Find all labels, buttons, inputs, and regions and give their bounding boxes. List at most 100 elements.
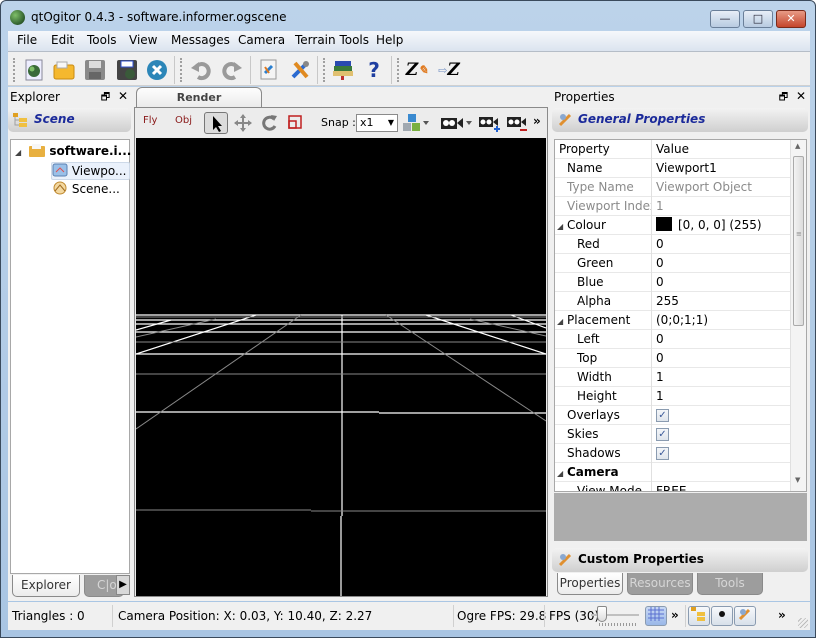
expand-arrow-icon[interactable]: ◢ — [15, 148, 25, 157]
menu-camera[interactable]: Camera — [238, 33, 285, 47]
property-row[interactable]: Overlays ✓ — [555, 406, 791, 425]
property-row[interactable]: ◢ Camera — [555, 463, 791, 482]
menu-tools[interactable]: Tools — [87, 33, 117, 47]
tab-scroll-right-button[interactable]: ▶ — [116, 575, 130, 595]
property-row[interactable]: View Mode FREE — [555, 482, 791, 491]
property-row[interactable]: Blue 0 — [555, 273, 791, 292]
export-z-button[interactable]: ⇨ Z — [436, 57, 462, 83]
tab-resources[interactable]: Resources — [627, 573, 693, 595]
move-tool-button[interactable] — [234, 114, 252, 135]
properties-toggle-button[interactable] — [734, 606, 756, 626]
settings-button[interactable] — [287, 57, 313, 83]
property-value[interactable]: 1 — [656, 387, 664, 405]
property-value[interactable]: 0 — [656, 235, 664, 253]
fps-slider[interactable] — [591, 606, 639, 626]
column-header-property[interactable]: Property — [555, 140, 652, 159]
import-button[interactable] — [256, 57, 282, 83]
toolbar-grip[interactable] — [323, 58, 326, 82]
camera-select-button[interactable] — [439, 112, 473, 137]
property-value[interactable]: Viewport Object — [656, 178, 752, 196]
status-overflow-button[interactable]: » — [671, 608, 679, 622]
menu-edit[interactable]: Edit — [51, 33, 74, 47]
property-row[interactable]: Left 0 — [555, 330, 791, 349]
property-row[interactable]: Height 1 — [555, 387, 791, 406]
menu-help[interactable]: Help — [376, 33, 403, 47]
property-row[interactable]: Shadows ✓ — [555, 444, 791, 463]
property-row[interactable]: ◢ Placement (0;0;1;1) — [555, 311, 791, 330]
checkbox[interactable]: ✓ — [656, 409, 669, 422]
close-scene-button[interactable] — [144, 57, 170, 83]
property-row[interactable]: Skies ✓ — [555, 425, 791, 444]
toolbar-grip[interactable] — [397, 58, 400, 82]
tab-render[interactable]: Render — [136, 87, 262, 108]
snap-dropdown[interactable]: x1 ▼ — [356, 114, 398, 132]
dock-close-icon[interactable]: ✕ — [118, 89, 128, 103]
property-value[interactable]: ✓ — [656, 425, 669, 443]
property-row[interactable]: Green 0 — [555, 254, 791, 273]
maximize-button[interactable]: □ — [743, 10, 773, 28]
property-value[interactable]: Viewport1 — [656, 159, 717, 177]
property-value[interactable]: 255 — [656, 292, 679, 310]
property-row[interactable]: Red 0 — [555, 235, 791, 254]
tab-tools[interactable]: Tools — [697, 573, 763, 595]
tab-explorer[interactable]: Explorer — [12, 575, 80, 597]
toolbar-grip[interactable] — [180, 58, 183, 82]
menu-terrain-tools[interactable]: Terrain Tools — [295, 33, 369, 47]
select-tool-button[interactable] — [204, 112, 228, 134]
undo-button[interactable] — [188, 57, 214, 83]
property-value[interactable]: ✓ — [656, 406, 669, 424]
menu-view[interactable]: View — [129, 33, 157, 47]
custom-properties-header[interactable]: Custom Properties — [552, 548, 808, 572]
menu-file[interactable]: File — [17, 33, 37, 47]
3d-viewport[interactable] — [135, 138, 547, 596]
remove-camera-button[interactable] — [505, 112, 529, 137]
render-toolbar-overflow-button[interactable]: » — [533, 114, 541, 128]
tree-item-scene-file[interactable]: ◢ software.i... — [15, 143, 131, 161]
expand-arrow-icon[interactable]: ◢ — [557, 465, 567, 482]
property-value[interactable]: ✓ — [656, 444, 669, 462]
property-value[interactable]: 1 — [656, 368, 664, 386]
property-value[interactable]: FREE — [656, 482, 686, 491]
record-toggle-button[interactable] — [711, 606, 733, 626]
expand-arrow-icon[interactable]: ◢ — [557, 218, 567, 235]
color-swatch[interactable] — [656, 217, 672, 231]
property-value[interactable]: [0, 0, 0] (255) — [656, 216, 762, 234]
fly-mode-button[interactable]: Fly — [143, 115, 157, 126]
checkbox[interactable]: ✓ — [656, 428, 669, 441]
tree-item-scene-manager[interactable]: Scene... — [52, 181, 120, 199]
property-value[interactable]: 0 — [656, 273, 664, 291]
property-row[interactable]: Alpha 255 — [555, 292, 791, 311]
checkbox[interactable]: ✓ — [656, 447, 669, 460]
property-value[interactable]: 1 — [656, 197, 664, 215]
property-row[interactable]: Name Viewport1 — [555, 159, 791, 178]
property-value[interactable]: (0;0;1;1) — [656, 311, 708, 329]
explorer-toggle-button[interactable] — [688, 606, 710, 626]
property-value[interactable]: 0 — [656, 330, 664, 348]
float-icon[interactable]: 🗗 — [779, 92, 788, 103]
save-button[interactable] — [82, 57, 108, 83]
property-row[interactable]: Width 1 — [555, 368, 791, 387]
float-icon[interactable]: 🗗 — [101, 92, 110, 103]
scroll-up-icon[interactable]: ▲ — [795, 142, 800, 150]
object-type-button[interactable] — [401, 113, 429, 136]
obj-mode-button[interactable]: Obj — [175, 115, 192, 126]
grid-toggle-button[interactable] — [645, 606, 667, 626]
property-value[interactable]: 0 — [656, 349, 664, 367]
property-row[interactable]: Viewport Index 1 — [555, 197, 791, 216]
edit-z-button[interactable]: Z ✎ — [404, 57, 430, 83]
tab-properties[interactable]: Properties — [557, 573, 623, 595]
redo-button[interactable] — [219, 57, 245, 83]
status-overflow-button[interactable]: » — [778, 608, 786, 622]
property-value[interactable]: 0 — [656, 254, 664, 272]
scrollbar-thumb[interactable]: ≡ — [793, 156, 804, 326]
property-row[interactable]: Top 0 — [555, 349, 791, 368]
toolbar-grip[interactable] — [13, 58, 16, 82]
general-properties-header[interactable]: General Properties — [552, 108, 808, 132]
close-button[interactable]: ✕ — [776, 10, 806, 28]
dock-close-icon[interactable]: ✕ — [796, 89, 806, 103]
scroll-down-icon[interactable]: ▼ — [795, 476, 800, 484]
tree-item-viewport[interactable]: Viewpo... — [51, 162, 130, 180]
slider-handle[interactable] — [597, 606, 607, 622]
add-camera-button[interactable] — [477, 112, 501, 137]
resize-grip[interactable] — [798, 618, 808, 628]
